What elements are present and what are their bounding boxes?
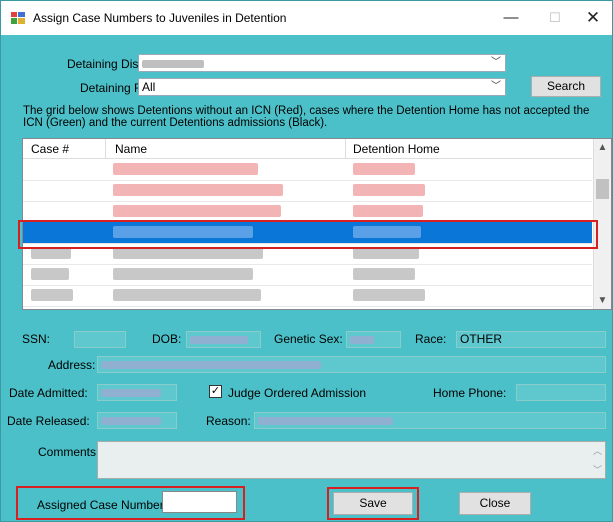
address-value-redacted <box>101 360 321 369</box>
date-admitted-redacted <box>101 388 161 397</box>
column-divider <box>105 139 106 158</box>
chevron-down-icon: ﹀ <box>491 81 501 92</box>
home-phone-field <box>516 384 606 401</box>
column-header-home[interactable]: Detention Home <box>353 142 440 156</box>
minimize-icon[interactable]: — <box>497 7 525 29</box>
case-cell-redacted <box>31 289 73 301</box>
name-cell-redacted <box>113 163 258 175</box>
table-row[interactable] <box>23 264 592 286</box>
home-cell-redacted <box>353 184 425 196</box>
home-cell-redacted <box>353 163 415 175</box>
scroll-up-icon[interactable]: ︿ <box>593 444 602 457</box>
window-title: Assign Case Numbers to Juveniles in Dete… <box>33 11 287 25</box>
address-field <box>97 356 606 373</box>
column-divider <box>345 139 346 158</box>
selected-row-highlight <box>18 220 598 249</box>
reason-value-redacted <box>258 416 393 425</box>
name-cell-redacted <box>113 268 253 280</box>
date-admitted-label: Date Admitted: <box>9 386 88 400</box>
reason-label: Reason: <box>206 414 251 428</box>
close-window-icon[interactable]: ✕ <box>579 7 607 29</box>
maximize-icon[interactable]: ☐ <box>541 7 569 29</box>
name-cell-redacted <box>113 205 281 217</box>
column-header-case[interactable]: Case # <box>31 142 69 156</box>
table-row[interactable] <box>23 180 592 202</box>
comments-label: Comments: <box>38 445 100 459</box>
table-row[interactable] <box>23 159 592 181</box>
assigned-case-input[interactable] <box>162 491 237 513</box>
home-cell-redacted <box>353 289 425 301</box>
assigned-case-label: Assigned Case Number: <box>37 498 168 512</box>
scroll-thumb[interactable] <box>596 179 609 199</box>
case-cell-redacted <box>31 268 69 280</box>
search-button[interactable]: Search <box>531 76 601 97</box>
fips-value: All <box>142 80 156 94</box>
district-value-redacted <box>142 59 204 68</box>
scroll-down-icon[interactable]: ▼ <box>594 292 611 309</box>
sex-value-redacted <box>350 335 374 344</box>
date-released-field <box>97 412 177 429</box>
comments-textarea[interactable]: ︿ ﹀ <box>97 441 606 479</box>
title-bar: Assign Case Numbers to Juveniles in Dete… <box>1 1 612 35</box>
race-field: OTHER <box>456 331 606 348</box>
home-cell-redacted <box>353 268 415 280</box>
date-released-label: Date Released: <box>7 414 90 428</box>
date-released-redacted <box>101 416 161 425</box>
race-label: Race: <box>415 332 447 346</box>
dob-label: DOB: <box>152 332 182 346</box>
home-cell-redacted <box>353 205 423 217</box>
judge-ordered-label: Judge Ordered Admission <box>228 386 367 400</box>
table-row[interactable] <box>23 285 592 307</box>
fips-select[interactable]: All ﹀ <box>138 78 506 96</box>
ssn-field <box>74 331 126 348</box>
sex-label: Genetic Sex: <box>274 332 343 346</box>
scroll-up-icon[interactable]: ▲ <box>594 139 611 156</box>
judge-ordered-checkbox[interactable]: ✓ <box>209 385 222 398</box>
name-cell-redacted <box>113 289 261 301</box>
chevron-down-icon: ﹀ <box>491 57 501 68</box>
dob-value-redacted <box>190 335 248 344</box>
home-phone-label: Home Phone: <box>433 386 507 400</box>
grid-header: Case # Name Detention Home <box>23 139 592 159</box>
grid-instructions: The grid below shows Detentions without … <box>23 105 590 129</box>
date-admitted-field <box>97 384 177 401</box>
name-cell-redacted <box>113 184 283 196</box>
ssn-label: SSN: <box>22 332 51 346</box>
save-button[interactable]: Save <box>333 492 413 515</box>
reason-field <box>254 412 606 429</box>
address-label: Address: <box>48 358 96 372</box>
app-icon <box>11 12 25 24</box>
district-select[interactable]: ﹀ <box>138 54 506 72</box>
column-header-name[interactable]: Name <box>115 142 147 156</box>
sex-field <box>346 331 401 348</box>
close-button[interactable]: Close <box>459 492 531 515</box>
dob-field <box>186 331 261 348</box>
dialog-window: Assign Case Numbers to Juveniles in Dete… <box>0 0 613 522</box>
scroll-down-icon[interactable]: ﹀ <box>593 463 602 476</box>
